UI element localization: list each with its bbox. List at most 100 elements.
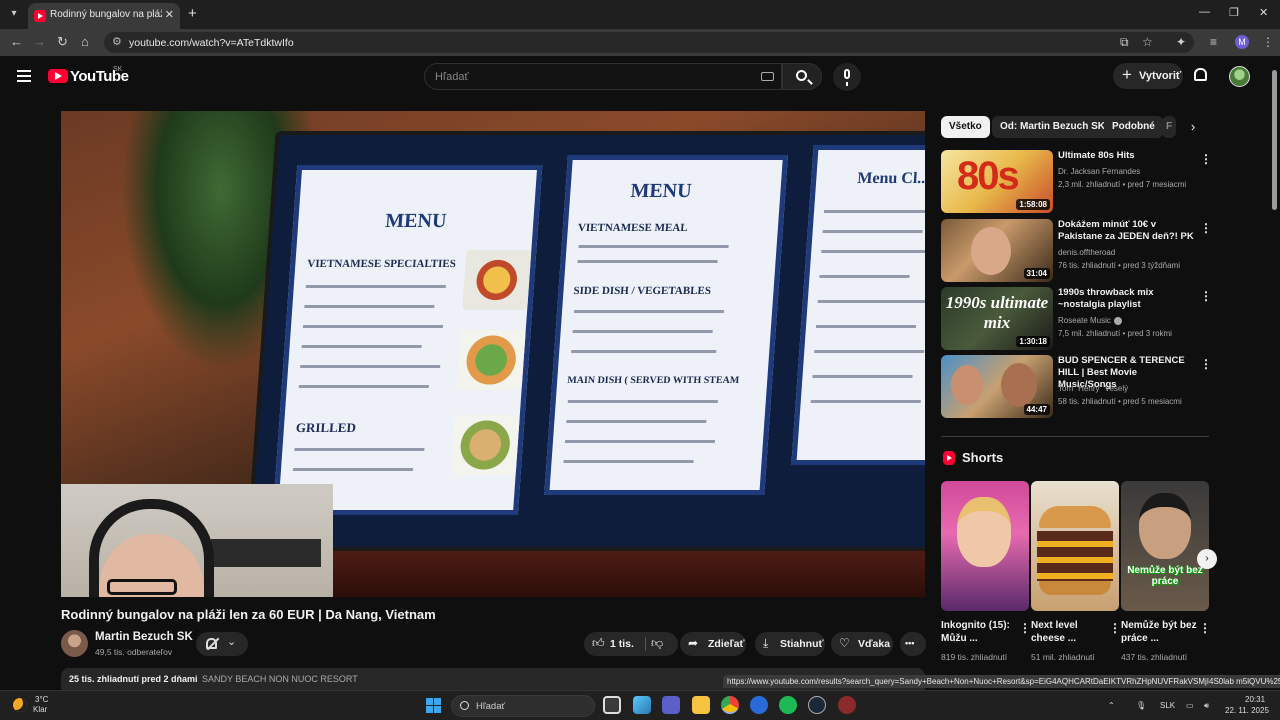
window-minimize-icon[interactable]: — bbox=[1199, 6, 1210, 18]
address-bar[interactable]: ⚙ youtube.com/watch?v=ATeTdktwIfo bbox=[104, 32, 1194, 53]
window-close-icon[interactable]: ✕ bbox=[1259, 6, 1268, 19]
like-count[interactable]: 1 tis. bbox=[610, 638, 634, 650]
recommendation-channel[interactable]: denis.offtheroad bbox=[1058, 248, 1115, 257]
microphone-tray-icon[interactable]: 🎙︎ bbox=[1136, 701, 1146, 710]
task-view-icon[interactable] bbox=[603, 696, 621, 714]
video-location-tag[interactable]: SANDY BEACH NON NUOC RESORT bbox=[202, 674, 358, 684]
dislike-icon[interactable]: 👎︎ bbox=[651, 636, 663, 651]
search-button[interactable] bbox=[782, 63, 822, 90]
more-options-icon[interactable]: ⋮ bbox=[1200, 289, 1212, 303]
keyboard-icon[interactable] bbox=[761, 72, 774, 81]
taskbar-search[interactable]: Hľadať bbox=[451, 695, 595, 717]
more-options-icon[interactable]: ⋮ bbox=[1200, 357, 1212, 371]
url-text[interactable]: youtube.com/watch?v=ATeTdktwIfo bbox=[129, 37, 294, 49]
site-info-icon[interactable]: ⚙ bbox=[112, 35, 122, 48]
notifications-bell-icon[interactable] bbox=[1194, 68, 1207, 81]
subscribed-button[interactable]: ⌄ bbox=[196, 632, 248, 656]
scrollbar-thumb[interactable] bbox=[1272, 70, 1277, 210]
chrome-icon[interactable] bbox=[721, 696, 739, 714]
file-explorer-icon[interactable] bbox=[692, 696, 710, 714]
recommendation-channel[interactable]: Roseate Music bbox=[1058, 316, 1122, 325]
recommendation-title[interactable]: Ultimate 80s Hits bbox=[1058, 150, 1198, 162]
recommendation-thumbnail[interactable]: 44:47 bbox=[941, 355, 1053, 418]
recommendation-item[interactable]: 44:47 BUD SPENCER & TERENCE HILL | Best … bbox=[941, 355, 1212, 419]
tab-search-menu-icon[interactable]: ▾ bbox=[4, 4, 24, 24]
recommendation-item[interactable]: 1990s ultimate mix 1:30:18 1990s throwba… bbox=[941, 287, 1212, 351]
forward-icon[interactable]: → bbox=[33, 34, 46, 49]
webcam-headset bbox=[89, 499, 214, 597]
download-button[interactable]: ⤓ Stiahnuť bbox=[755, 632, 825, 656]
recommendation-item[interactable]: 80s 1:58:08 Ultimate 80s Hits Dr. Jacksa… bbox=[941, 150, 1212, 214]
shorts-next-arrow-icon[interactable]: › bbox=[1197, 549, 1217, 569]
new-tab-icon[interactable]: + bbox=[188, 5, 197, 22]
tab-close-icon[interactable]: ✕ bbox=[165, 8, 174, 21]
more-options-icon[interactable]: ⋮ bbox=[1200, 221, 1212, 235]
share-button[interactable]: ➦ Zdieľať bbox=[680, 632, 746, 656]
weather-condition[interactable]: Klar bbox=[33, 705, 47, 714]
chip-all[interactable]: Všetko bbox=[941, 116, 990, 138]
volume-icon[interactable]: 🔊︎ bbox=[1204, 701, 1209, 711]
weather-temperature[interactable]: 3°C bbox=[35, 695, 48, 704]
youtube-logo-icon[interactable] bbox=[48, 69, 68, 83]
tray-overflow-icon[interactable]: ⌃ bbox=[1108, 701, 1115, 710]
windows-start-icon[interactable] bbox=[426, 698, 441, 713]
recommendation-channel[interactable]: Tom "Henry" Veselý bbox=[1058, 384, 1128, 393]
browser-tab-active[interactable]: Rodinný bungalov na pláži len za 60 EUR … bbox=[28, 3, 180, 29]
messenger-icon[interactable] bbox=[750, 696, 768, 714]
window-restore-icon[interactable]: ❐ bbox=[1229, 6, 1239, 19]
clock-time[interactable]: 20:31 bbox=[1245, 695, 1265, 704]
search-box[interactable] bbox=[424, 63, 782, 90]
short-thumbnail[interactable] bbox=[1031, 481, 1119, 611]
like-icon[interactable]: 👍︎ bbox=[592, 636, 605, 651]
language-indicator[interactable]: SLK bbox=[1160, 701, 1175, 710]
more-options-icon[interactable]: ⋮ bbox=[1199, 621, 1211, 635]
install-app-icon[interactable]: ⧉ bbox=[1120, 35, 1129, 50]
spotify-icon[interactable] bbox=[779, 696, 797, 714]
recommendation-thumbnail[interactable]: 1990s ultimate mix 1:30:18 bbox=[941, 287, 1053, 350]
more-options-icon[interactable]: ⋮ bbox=[1109, 621, 1121, 635]
network-icon[interactable]: ▭ bbox=[1186, 701, 1194, 710]
voice-search-button[interactable] bbox=[833, 63, 861, 91]
back-icon[interactable]: ← bbox=[10, 34, 23, 49]
account-avatar[interactable] bbox=[1229, 66, 1250, 87]
short-title[interactable]: Nemůže být bez práce ... bbox=[1121, 619, 1197, 645]
short-thumbnail[interactable] bbox=[941, 481, 1029, 611]
channel-avatar[interactable] bbox=[61, 630, 88, 657]
browser-profile-avatar[interactable]: M bbox=[1235, 35, 1249, 49]
guide-menu-icon[interactable] bbox=[17, 70, 31, 82]
recommendation-item[interactable]: 31:04 Dokážem minúť 10€ v Pakistane za J… bbox=[941, 219, 1212, 283]
chip-related[interactable]: Podobné bbox=[1104, 116, 1163, 138]
reload-icon[interactable]: ↻ bbox=[57, 34, 68, 50]
weather-moon-icon[interactable] bbox=[13, 698, 27, 712]
chip-from-channel[interactable]: Od: Martin Bezuch SK bbox=[992, 116, 1114, 138]
recommendation-title[interactable]: Dokážem minúť 10€ v Pakistane za JEDEN d… bbox=[1058, 219, 1198, 243]
extensions-icon[interactable]: ✦ bbox=[1176, 35, 1186, 49]
video-player[interactable]: MENU VIETNAMESE SPECIALTIES GRILLED MENU… bbox=[61, 111, 925, 597]
teams-icon[interactable] bbox=[662, 696, 680, 714]
chip-partial[interactable]: F bbox=[1162, 116, 1176, 138]
recommendation-thumbnail[interactable]: 80s 1:58:08 bbox=[941, 150, 1053, 213]
search-input[interactable] bbox=[435, 69, 735, 85]
more-options-icon[interactable]: ⋮ bbox=[1019, 621, 1031, 635]
chips-next-arrow-icon[interactable]: › bbox=[1184, 118, 1202, 136]
widgets-icon[interactable] bbox=[633, 696, 651, 714]
app-icon[interactable] bbox=[838, 696, 856, 714]
create-button[interactable]: + Vytvoriť bbox=[1113, 63, 1183, 89]
reading-list-icon[interactable]: ≡ bbox=[1210, 35, 1217, 49]
short-title[interactable]: Inkognito (15): Můžu ... bbox=[941, 619, 1017, 645]
more-options-icon[interactable]: ⋮ bbox=[1200, 152, 1212, 166]
recommendation-title[interactable]: 1990s throwback mix ~nostalgia playlist bbox=[1058, 287, 1198, 311]
bookmark-star-icon[interactable]: ☆ bbox=[1142, 35, 1153, 49]
recommendation-channel[interactable]: Dr. Jacksan Fernandes bbox=[1058, 167, 1140, 176]
home-icon[interactable]: ⌂ bbox=[81, 34, 89, 49]
browser-menu-icon[interactable]: ⋮ bbox=[1262, 35, 1274, 49]
thanks-button[interactable]: ♡ Vďaka bbox=[831, 632, 893, 656]
clock-date[interactable]: 22. 11. 2025 bbox=[1225, 706, 1269, 715]
short-title[interactable]: Next level cheese ... bbox=[1031, 619, 1107, 645]
recommendation-thumbnail[interactable]: 31:04 bbox=[941, 219, 1053, 282]
more-actions-button[interactable]: ••• bbox=[900, 632, 926, 656]
page-scrollbar[interactable] bbox=[1270, 60, 1278, 688]
short-thumbnail[interactable]: Nemůže být bez práce bbox=[1121, 481, 1209, 611]
steam-icon[interactable] bbox=[808, 696, 826, 714]
channel-name[interactable]: Martin Bezuch SK bbox=[95, 631, 193, 643]
